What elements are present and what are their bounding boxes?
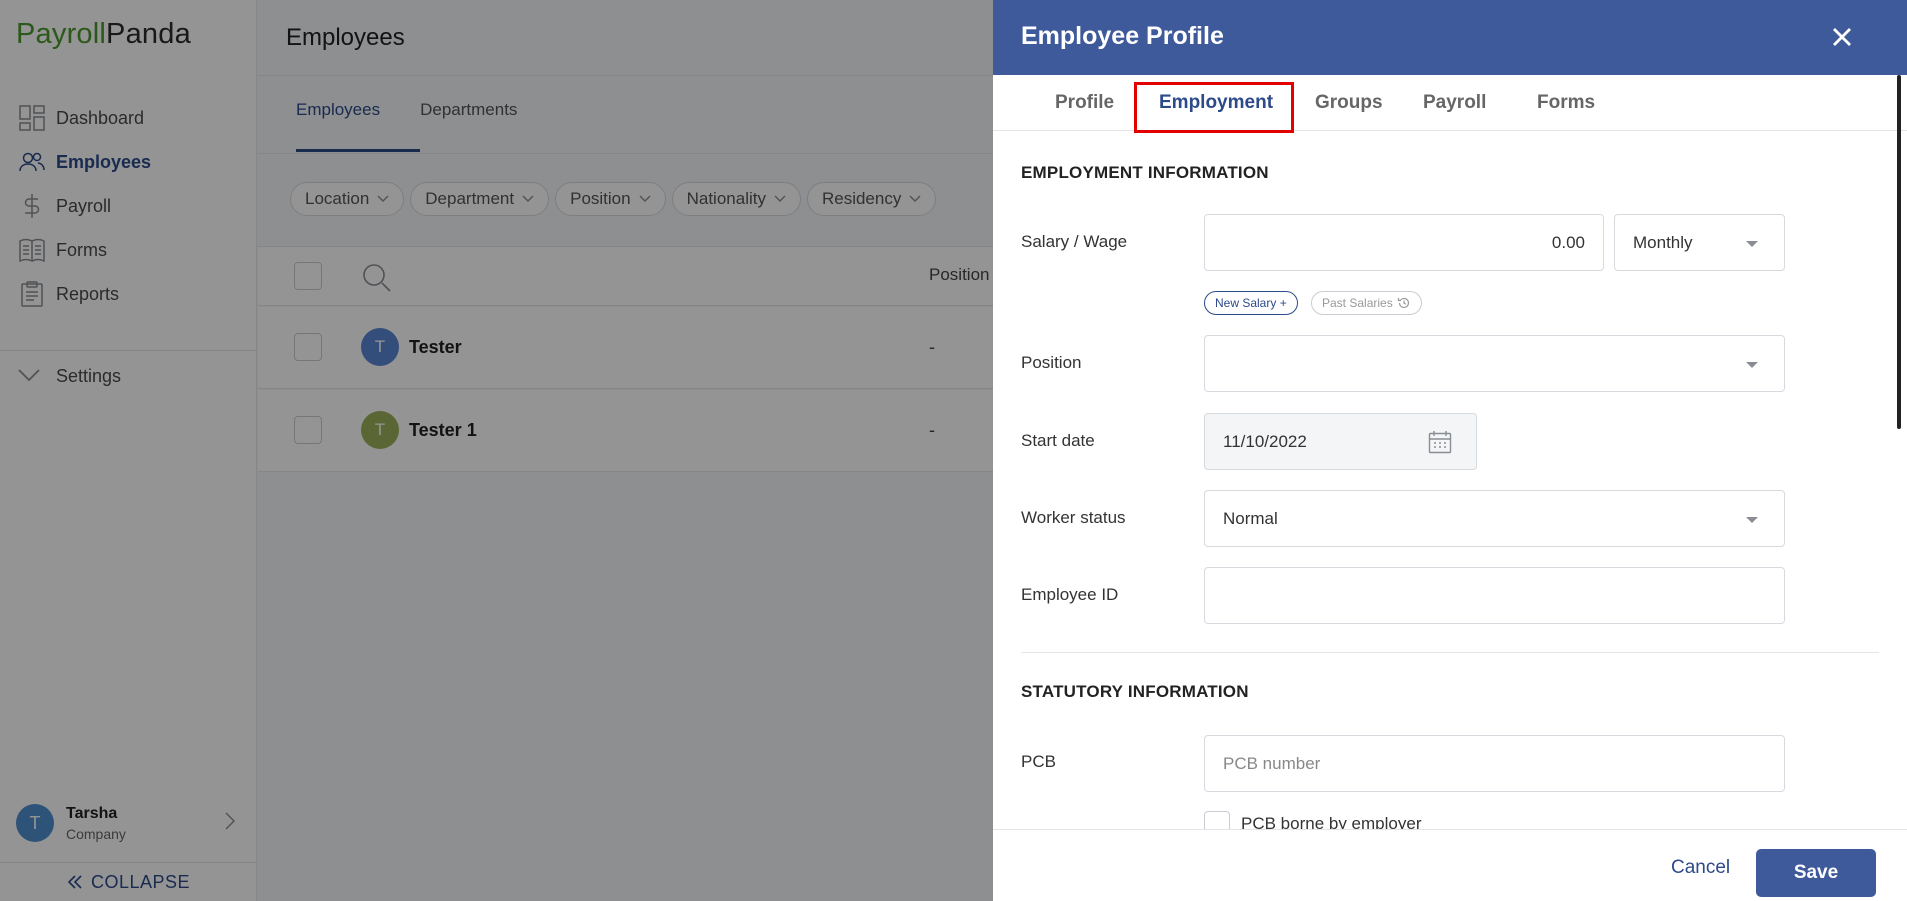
close-icon[interactable] [1827,22,1857,52]
pcb-label: PCB [1021,752,1056,771]
pcb-input[interactable]: PCB number [1204,735,1785,792]
section-title-statutory: STATUTORY INFORMATION [1021,682,1249,701]
salary-input[interactable]: 0.00 [1204,214,1604,271]
tab-groups[interactable]: Groups [1315,92,1383,114]
employee-id-input[interactable] [1204,567,1785,624]
new-salary-button[interactable]: New Salary + [1204,291,1298,315]
employee-id-label: Employee ID [1021,585,1119,604]
profile-tabs: Profile Employment Groups Payroll Forms [993,75,1907,131]
worker-status-value: Normal [1223,508,1278,528]
salary-frequency-select[interactable]: Monthly [1614,214,1785,271]
position-label: Position [1021,353,1082,372]
pcb-placeholder: PCB number [1223,753,1321,773]
start-date-field[interactable]: 11/10/2022 [1204,413,1477,470]
modal-overlay[interactable] [0,0,993,901]
save-button[interactable]: Save [1756,849,1876,897]
history-icon [1397,297,1409,309]
position-select[interactable] [1204,335,1785,392]
drawer-title: Employee Profile [1021,22,1224,50]
salary-label: Salary / Wage [1021,232,1128,251]
tab-profile[interactable]: Profile [1055,92,1114,114]
employee-profile-drawer: Employee Profile Profile Employment Grou… [993,0,1907,901]
active-tab-highlight [1134,82,1294,133]
caret-down-icon [1746,362,1758,368]
worker-status-select[interactable]: Normal [1204,490,1785,547]
salary-value: 0.00 [1551,232,1585,252]
past-salaries-button[interactable]: Past Salaries [1311,291,1422,315]
start-date-label: Start date [1021,431,1095,450]
tab-forms[interactable]: Forms [1537,92,1595,114]
start-date-value: 11/10/2022 [1223,431,1307,451]
tab-payroll[interactable]: Payroll [1423,92,1486,114]
section-title-employment: EMPLOYMENT INFORMATION [1021,163,1269,182]
drawer-header: Employee Profile [993,0,1907,75]
calendar-icon[interactable] [1428,430,1452,454]
cancel-button[interactable]: Cancel [1671,857,1730,879]
caret-down-icon [1746,517,1758,523]
salary-frequency-value: Monthly [1633,232,1693,252]
worker-status-label: Worker status [1021,508,1126,527]
caret-down-icon [1746,241,1758,247]
drawer-footer: Cancel Save [993,829,1907,901]
scrollbar[interactable] [1897,75,1901,429]
section-divider [1021,652,1879,653]
past-salaries-label: Past Salaries [1322,296,1393,310]
